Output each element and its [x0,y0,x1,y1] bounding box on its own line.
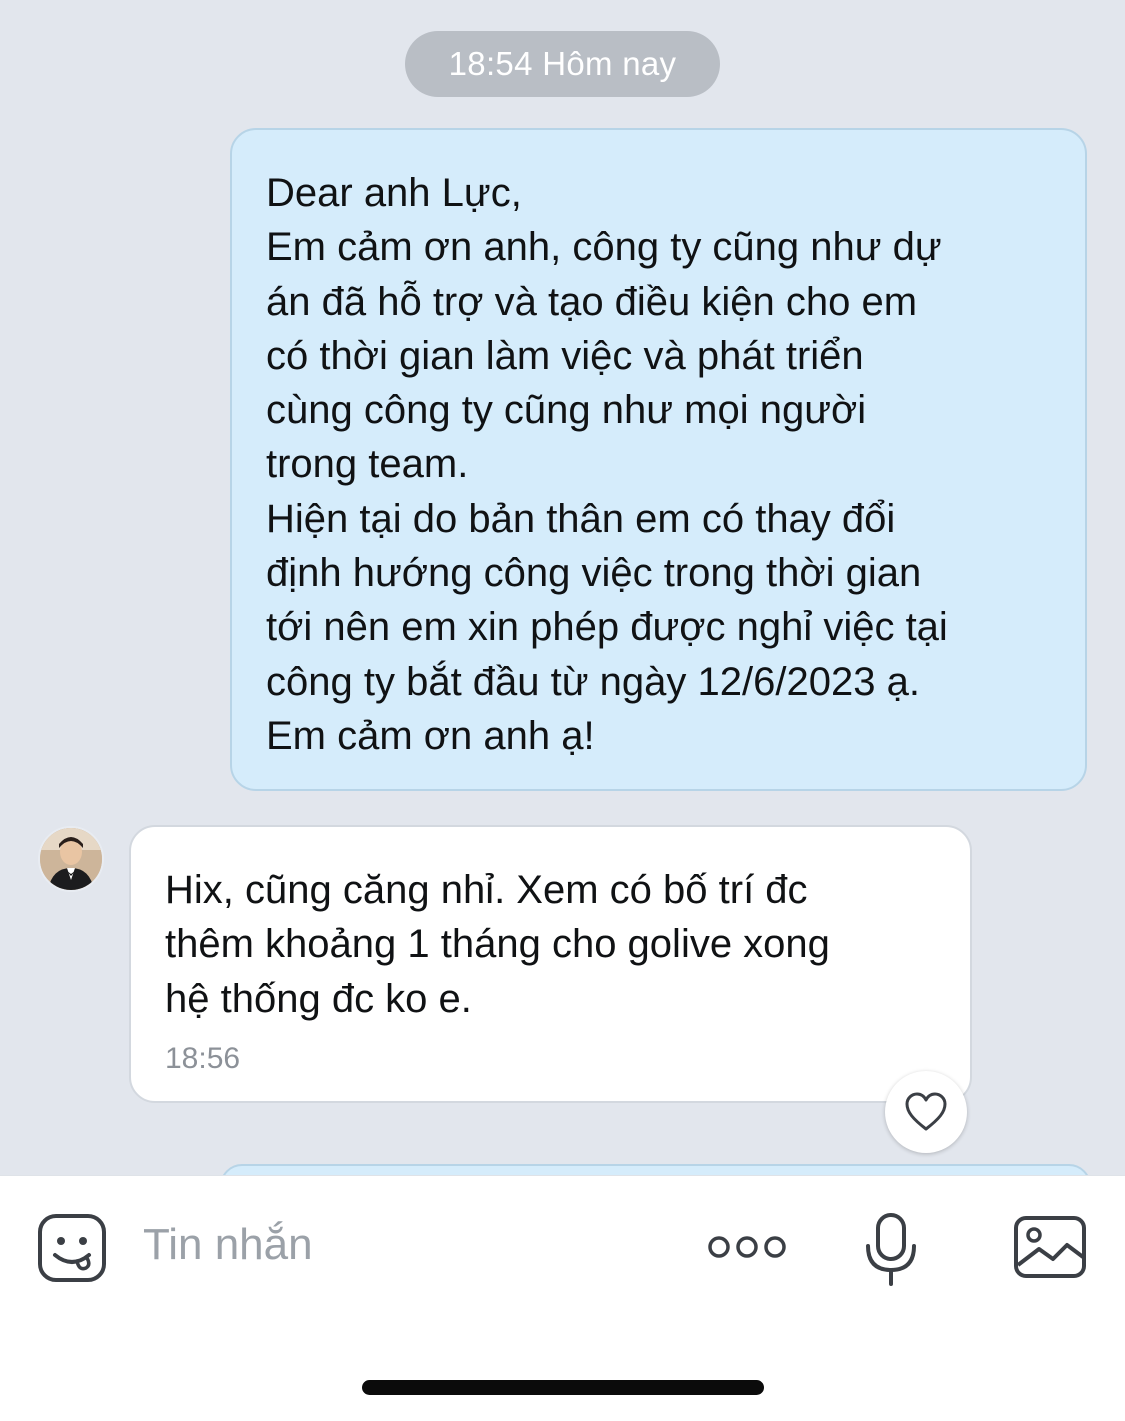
message-line: công ty bắt đầu từ ngày 12/6/2023 ạ. [266,659,920,704]
sender-avatar[interactable] [38,826,104,892]
message-line: định hướng công việc trong thời gian [266,551,922,596]
next-message-bubble[interactable] [220,1164,1091,1175]
heart-icon [905,1092,947,1131]
message-line: cùng công ty cũng như mọi người [266,388,867,433]
message-line: Hix, cũng căng nhỉ. Xem có bố trí đc [165,868,808,912]
message-line: thêm khoảng 1 tháng cho golive xong [165,922,830,967]
message-line: án đã hỗ trợ và tạo điều kiện cho em [266,279,918,324]
chat-area: 18:54 Hôm nay Dear anh Lực, Em cảm ơn an… [0,0,1125,1175]
message-time: 18:56 [165,1042,241,1075]
message-line: Em cảm ơn anh ạ! [266,713,595,758]
message-line: Em cảm ơn anh, công ty cũng như dự [266,225,942,270]
react-heart-button[interactable] [885,1071,967,1153]
incoming-message-bubble[interactable]: Hix, cũng căng nhỉ. Xem có bố trí đc thê… [129,825,972,1103]
avatar-photo-icon [40,828,102,890]
message-line: trong team. [266,442,469,487]
message-line: Hiện tại do bản thân em có thay đổi [266,496,896,541]
outgoing-message-bubble[interactable]: Dear anh Lực, Em cảm ơn anh, công ty cũn… [230,128,1087,791]
message-line: hệ thống đc ko e. [165,976,472,1021]
image-icon[interactable] [1012,1214,1088,1280]
home-indicator[interactable] [362,1380,764,1395]
microphone-icon[interactable] [862,1212,920,1288]
message-line: Dear anh Lực, [266,171,522,215]
message-line: tới nên em xin phép được nghỉ việc tại [266,605,948,650]
message-line: có thời gian làm việc và phát triển [266,333,864,378]
more-icon[interactable] [704,1231,790,1263]
sticker-icon[interactable] [36,1212,108,1284]
message-input[interactable]: Tin nhắn [143,1220,313,1270]
date-separator: 18:54 Hôm nay [405,31,720,97]
